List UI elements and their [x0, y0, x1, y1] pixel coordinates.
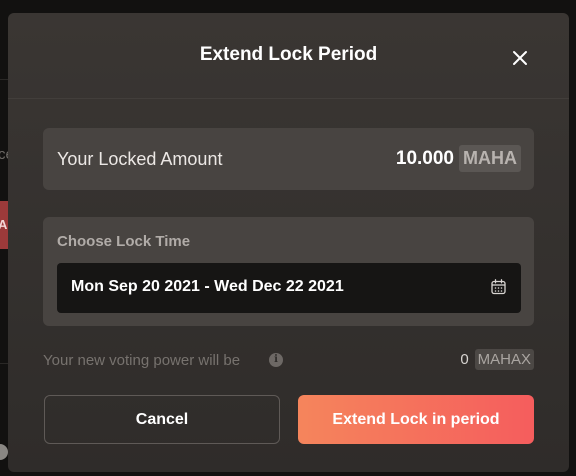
extend-lock-modal: Extend Lock Period Your Locked Amount 10… — [8, 13, 569, 472]
background-toggle — [0, 444, 8, 460]
modal-header: Extend Lock Period — [8, 13, 569, 99]
date-range-picker[interactable]: Mon Sep 20 2021 - Wed Dec 22 2021 — [57, 263, 521, 313]
lock-time-label: Choose Lock Time — [57, 233, 191, 250]
locked-amount-label: Your Locked Amount — [57, 149, 223, 169]
locked-amount: 10.000 MAHA — [396, 145, 521, 172]
lock-time-card: Choose Lock Time Mon Sep 20 2021 - Wed D… — [43, 217, 534, 326]
extend-lock-button[interactable]: Extend Lock in period — [298, 395, 534, 444]
modal-title: Extend Lock Period — [199, 44, 378, 65]
cancel-button[interactable]: Cancel — [44, 395, 280, 444]
voting-power-value: 0 — [460, 351, 469, 368]
token-badge: MAHAX — [474, 349, 534, 370]
close-icon — [513, 51, 527, 65]
calendar-icon — [491, 279, 506, 295]
voting-power-row: Your new voting power will be i 0 MAHAX — [43, 349, 534, 371]
date-range-value: Mon Sep 20 2021 - Wed Dec 22 2021 — [71, 278, 344, 295]
info-icon[interactable]: i — [269, 353, 283, 367]
voting-power-label: Your new voting power will be — [43, 352, 241, 369]
locked-amount-value: 10.000 — [395, 147, 454, 169]
background-divider — [0, 79, 8, 80]
background-button: A — [0, 201, 8, 249]
token-badge: MAHA — [459, 145, 521, 172]
close-button[interactable] — [508, 46, 532, 70]
locked-amount-card: Your Locked Amount 10.000 MAHA — [43, 128, 534, 190]
background-divider — [0, 363, 8, 364]
voting-power: 0 MAHAX — [460, 349, 534, 370]
